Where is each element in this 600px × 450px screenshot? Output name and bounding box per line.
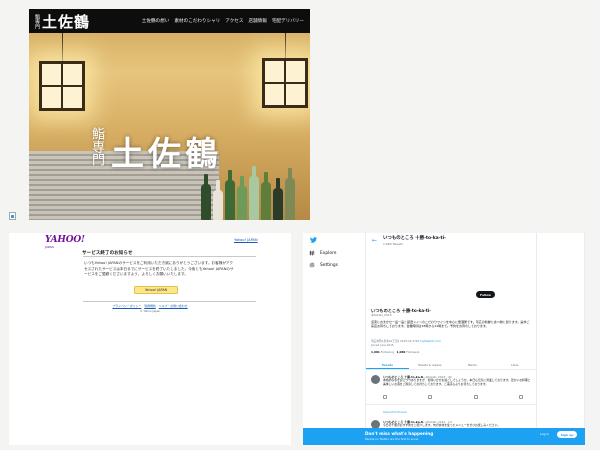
footer-link-privacy[interactable]: プライバシーポリシー <box>112 304 141 308</box>
nav-link-philosophy[interactable]: 土佐鶴の想い <box>142 18 170 24</box>
header-tweet-count: 1,680 Tweets <box>383 242 403 246</box>
yahoo-service-end-page: YAHOO! JAPAN Yahoo! JAPAN サービス終了のお知らせ いつ… <box>9 233 291 445</box>
tab-media[interactable]: Media <box>451 360 494 369</box>
restaurant-hero: 鮨専門 土佐鶴 土佐鶴の想い 素材のこだわりシャリ アクセス 店舗情報 宅配デリ… <box>29 9 310 220</box>
profile-meta: 帯広市西1条南10丁目1 0155-22-1710 mytokachi.com … <box>371 339 531 347</box>
show-thread-link[interactable]: Show this thread <box>383 410 407 414</box>
divider <box>83 256 256 257</box>
nav-link-access[interactable]: アクセス <box>225 18 243 24</box>
following-label[interactable]: Following <box>381 350 394 354</box>
site-logo[interactable]: 鮨専門 土佐鶴 <box>34 11 90 32</box>
paper-lantern-right <box>262 58 308 108</box>
nav-links: 土佐鶴の想い 素材のこだわりシャリ アクセス 店舗情報 宅配デリバリー <box>142 18 304 24</box>
sake-bottle <box>225 170 235 220</box>
lantern-cord <box>62 33 63 61</box>
like-icon[interactable] <box>473 395 478 399</box>
website-link[interactable]: mytokachi.com <box>420 339 441 343</box>
tweet-actions <box>383 395 523 399</box>
follow-button[interactable]: Follow <box>476 291 495 298</box>
logo-subtitle: 鮨専門 <box>34 13 40 29</box>
broken-image-icon <box>9 212 16 220</box>
back-arrow-icon[interactable]: ← <box>372 237 377 244</box>
tweet[interactable]: いつものところ 十勝-to-ka-ti- @tokati_2015 · 4h 本… <box>366 371 536 405</box>
screenshot-collage: 鮨専門 土佐鶴 土佐鶴の想い 素材のこだわりシャリ アクセス 店舗情報 宅配デリ… <box>0 0 600 450</box>
sake-bottle <box>213 180 223 220</box>
footer-links: プライバシーポリシー 利用規約 ヘルプ・お問い合わせ <box>9 304 291 308</box>
phone-text: 0155-22-1710 <box>400 339 420 343</box>
hero-subtitle: 鮨専門 <box>89 127 104 166</box>
share-icon[interactable] <box>518 395 523 399</box>
tweet-text: 本格的な冬を迎えつつありますが、皆様いかがお過ごしでしょうか。本日も元気に営業し… <box>383 378 531 386</box>
signup-banner: Don't miss what's happening People on Tw… <box>303 428 585 445</box>
twitter-profile-page: Explore Settings ← いつものところ 十勝-to-ka-ti- … <box>303 233 585 445</box>
paper-lantern-left <box>39 61 85 111</box>
sake-bottle <box>237 176 247 220</box>
tab-likes[interactable]: Likes <box>494 360 537 369</box>
scrollbar[interactable] <box>584 233 585 445</box>
reply-icon[interactable] <box>383 395 387 399</box>
sake-bottle <box>249 166 259 220</box>
footer-link-help[interactable]: ヘルプ・お問い合わせ <box>159 304 188 308</box>
joined-date: Joined June 2015 <box>371 343 394 347</box>
sidebar-item-label: Explore <box>320 250 337 256</box>
profile-column: ← いつものところ 十勝-to-ka-ti- 1,680 Tweets Foll… <box>365 233 537 445</box>
site-navbar: 鮨専門 土佐鶴 土佐鶴の想い 素材のこだわりシャリ アクセス 店舗情報 宅配デリ… <box>29 9 310 33</box>
profile-bio: 道東におまかせ一品一品と厳選メインのこだわりワインを中心に居酒屋です。帯広の新鮮… <box>371 320 530 329</box>
avatar[interactable] <box>371 375 380 384</box>
yahoo-logo[interactable]: YAHOO! <box>45 235 85 245</box>
divider <box>83 301 256 302</box>
footer-link-terms[interactable]: 利用規約 <box>144 304 156 308</box>
notice-body: いつもYahoo! JAPANのサービスをご利用いただき誠にありがとうございます… <box>84 261 234 277</box>
followers-label[interactable]: Followers <box>406 350 419 354</box>
hash-icon <box>309 250 315 256</box>
sidebar-item-explore[interactable]: Explore <box>309 250 336 256</box>
banner-subtitle: People on Twitter are the first to know. <box>365 437 419 441</box>
banner-title: Don't miss what's happening <box>365 431 434 436</box>
profile-banner <box>366 250 536 290</box>
lantern-cord <box>285 33 286 58</box>
yahoo-home-button[interactable]: Yahoo! JAPAN <box>134 286 178 294</box>
nav-link-delivery[interactable]: 宅配デリバリー <box>272 18 304 24</box>
tab-tweets[interactable]: Tweets <box>366 360 409 369</box>
profile-header: ← いつものところ 十勝-to-ka-ti- 1,680 Tweets <box>372 235 446 246</box>
follow-stats: 1,081 Following 1,080 Followers <box>371 350 419 354</box>
sake-bottle <box>201 174 211 220</box>
nav-link-store-info[interactable]: 店舗情報 <box>248 18 266 24</box>
logo-title: 土佐鶴 <box>42 12 91 31</box>
retweet-icon[interactable] <box>428 395 433 399</box>
profile-tabs: Tweets Tweets & replies Media Likes <box>366 360 536 370</box>
yahoo-logo-subtitle: JAPAN <box>45 245 54 249</box>
header-name: いつものところ 十勝-to-ka-ti- <box>383 236 446 241</box>
sidebar-item-settings[interactable]: Settings <box>309 262 338 268</box>
sake-bottles <box>201 159 310 220</box>
twitter-sidebar: Explore Settings <box>303 233 365 445</box>
login-link[interactable]: Log in <box>540 432 549 436</box>
sake-bottle <box>261 172 271 220</box>
signup-button[interactable]: Sign up <box>557 431 577 438</box>
profile-handle: @tokati_2015 <box>371 313 392 317</box>
sake-bottle <box>273 178 283 220</box>
tab-tweets-replies[interactable]: Tweets & replies <box>409 360 452 369</box>
twitter-bird-icon[interactable] <box>310 237 317 243</box>
sidebar-item-label: Settings <box>320 262 339 268</box>
following-count[interactable]: 1,081 <box>371 350 380 354</box>
followers-count[interactable]: 1,080 <box>397 350 406 354</box>
sake-bottle <box>285 168 295 220</box>
yahoo-top-link[interactable]: Yahoo! JAPAN <box>234 238 258 242</box>
nav-link-rice[interactable]: 素材のこだわりシャリ <box>174 18 220 24</box>
gear-icon <box>309 262 315 268</box>
copyright: © Yahoo Japan <box>139 309 161 313</box>
